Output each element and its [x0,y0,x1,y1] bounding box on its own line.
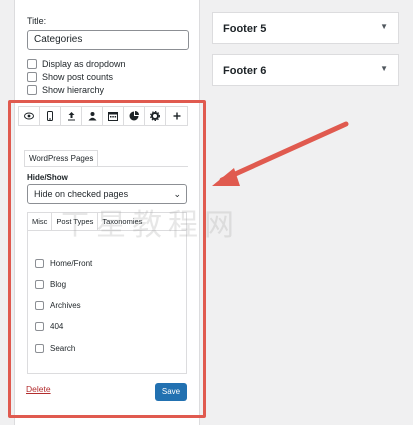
highlight-box [8,100,206,418]
display-dropdown-checkbox[interactable] [27,59,37,69]
footer-5-widget[interactable]: Footer 5 ▼ [212,12,399,44]
footer-5-title: Footer 5 [223,23,267,35]
caret-down-icon[interactable]: ▼ [380,64,388,73]
annotation-arrow-icon [212,121,349,186]
post-counts-label: Show post counts [42,72,114,82]
watermark-text: ㄒ星教程网 [60,209,240,242]
hierarchy-option[interactable]: Show hierarchy [27,84,104,96]
footer-6-widget[interactable]: Footer 6 ▼ [212,54,399,86]
post-counts-option[interactable]: Show post counts [27,71,113,83]
hierarchy-checkbox[interactable] [27,85,37,95]
caret-down-icon[interactable]: ▼ [380,22,388,31]
display-dropdown-option[interactable]: Display as dropdown [27,58,126,70]
hierarchy-label: Show hierarchy [42,85,105,95]
title-label: Title: [27,16,47,26]
footer-6-title: Footer 6 [223,65,267,77]
display-dropdown-label: Display as dropdown [42,59,126,69]
title-input[interactable]: Categories [27,30,189,50]
post-counts-checkbox[interactable] [27,72,37,82]
